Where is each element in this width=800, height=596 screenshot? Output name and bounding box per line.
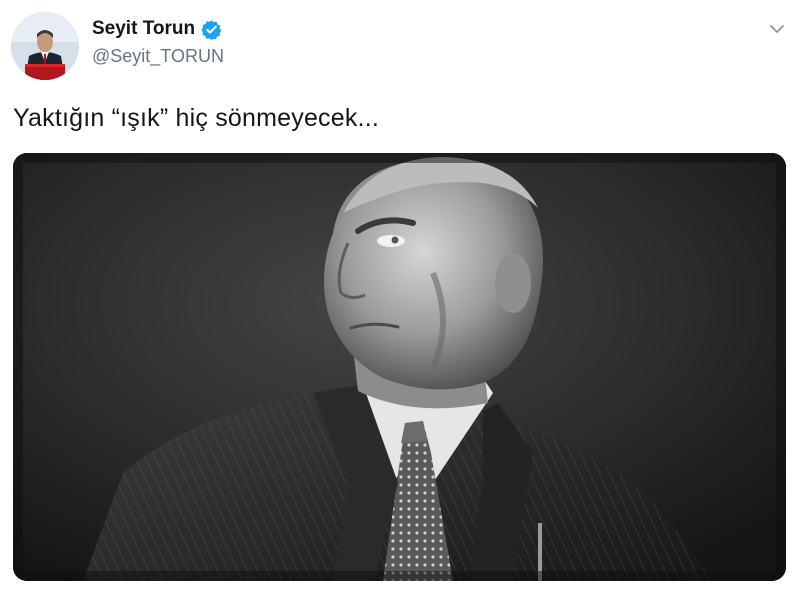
author-handle[interactable]: @Seyit_TORUN: [92, 46, 224, 67]
chevron-down-icon[interactable]: [766, 18, 788, 40]
tweet-photo[interactable]: [13, 153, 786, 581]
author-block: Seyit Torun @Seyit_TORUN: [92, 16, 224, 76]
verified-badge-icon: [201, 19, 222, 40]
tweet-text: Yaktığın “ışık” hiç sönmeyecek...: [13, 104, 379, 132]
tweet-card: Seyit Torun @Seyit_TORUN Yaktığın “ışık”…: [0, 0, 800, 596]
author-avatar[interactable]: [11, 12, 79, 80]
name-row: Seyit Torun: [92, 16, 224, 42]
author-display-name[interactable]: Seyit Torun: [92, 18, 195, 40]
